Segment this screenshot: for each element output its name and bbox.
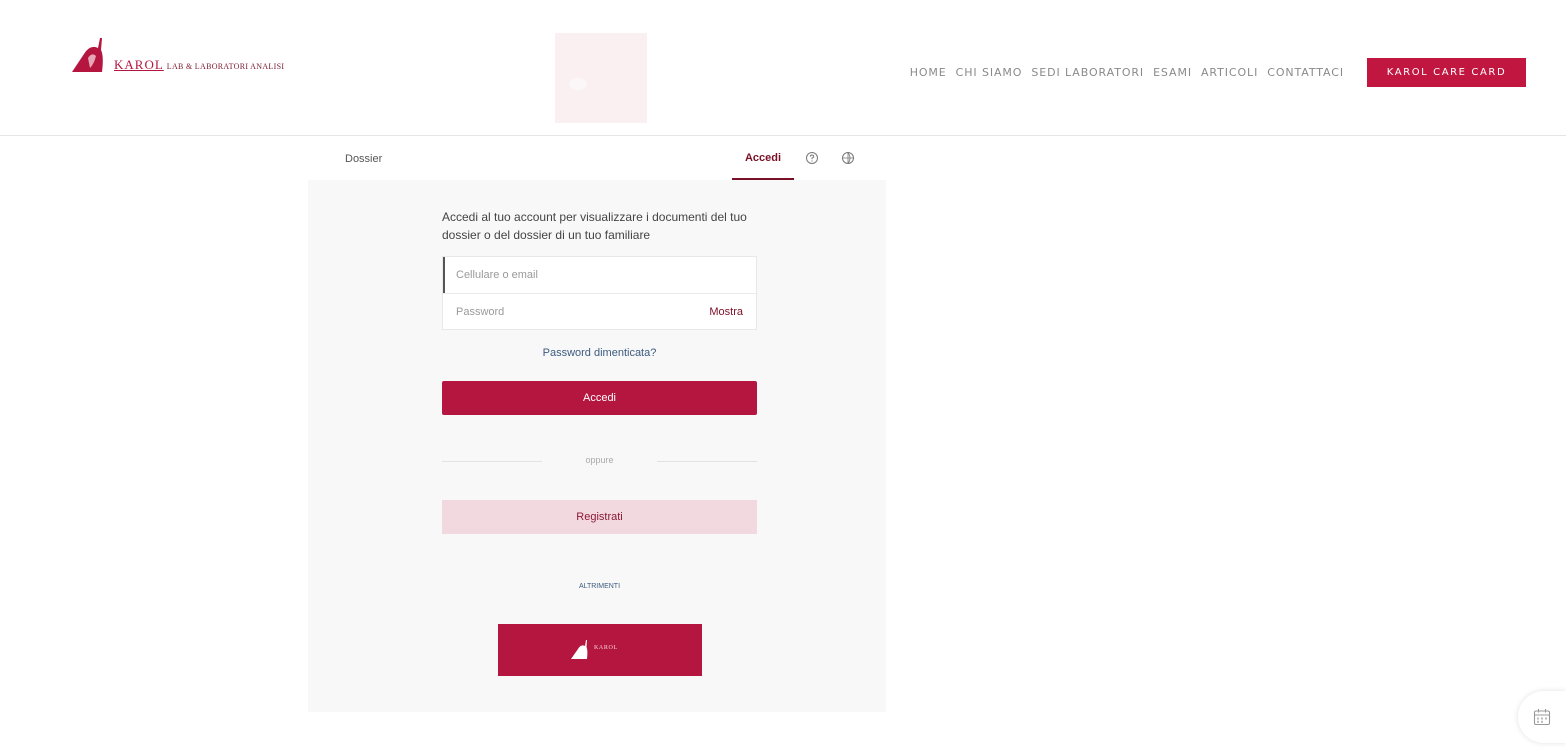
logo-brand: KAROL [114, 57, 164, 72]
dossier-subbar: Dossier Accedi [308, 138, 886, 180]
nav-sedi-laboratori[interactable]: SEDI LABORATORI [1031, 66, 1144, 79]
calendar-button[interactable] [1518, 691, 1566, 743]
login-form [442, 256, 757, 330]
login-intro: Accedi al tuo account per visualizzare i… [442, 210, 747, 242]
or-divider-label: oppure [585, 455, 614, 465]
nav-esami[interactable]: ESAMI [1153, 66, 1192, 79]
nav-chi-siamo[interactable]: CHI SIAMO [956, 66, 1023, 79]
help-icon[interactable] [805, 151, 819, 165]
language-icon[interactable] [841, 151, 855, 165]
show-password-toggle[interactable]: Mostra [709, 306, 743, 318]
karol-logo-icon [72, 38, 103, 72]
login-panel: Accedi al tuo account per visualizzare i… [308, 180, 886, 712]
alternative-link[interactable]: ALTRIMENTI [442, 583, 757, 590]
karol-banner-logo-icon [571, 640, 588, 659]
nav-articoli[interactable]: ARTICOLI [1201, 66, 1258, 79]
banner-logo-text: KAROL [594, 645, 618, 651]
main-nav: HOME CHI SIAMO SEDI LABORATORI ESAMI ART… [910, 66, 1344, 79]
forgot-password-link[interactable]: Password dimenticata? [442, 347, 757, 359]
or-divider: oppure [442, 454, 757, 468]
username-input[interactable] [443, 257, 756, 293]
calendar-icon [1533, 709, 1551, 726]
nav-home[interactable]: HOME [910, 66, 947, 79]
logo-subtitle: LAB & LABORATORI ANALISI [166, 62, 285, 71]
header-image-placeholder [555, 33, 647, 123]
brand-logo[interactable]: KAROL LAB & LABORATORI ANALISI [70, 34, 284, 74]
karol-care-card-button[interactable]: KAROL CARE CARD [1367, 58, 1526, 87]
nav-contattaci[interactable]: CONTATTACI [1267, 66, 1344, 79]
tab-accedi[interactable]: Accedi [732, 138, 794, 180]
register-button[interactable]: Registrati [442, 500, 757, 534]
karol-banner[interactable]: KAROL [498, 624, 702, 676]
dossier-title: Dossier [345, 153, 383, 165]
site-header: KAROL LAB & LABORATORI ANALISI HOME CHI … [0, 0, 1566, 136]
login-submit-button[interactable]: Accedi [442, 381, 757, 415]
